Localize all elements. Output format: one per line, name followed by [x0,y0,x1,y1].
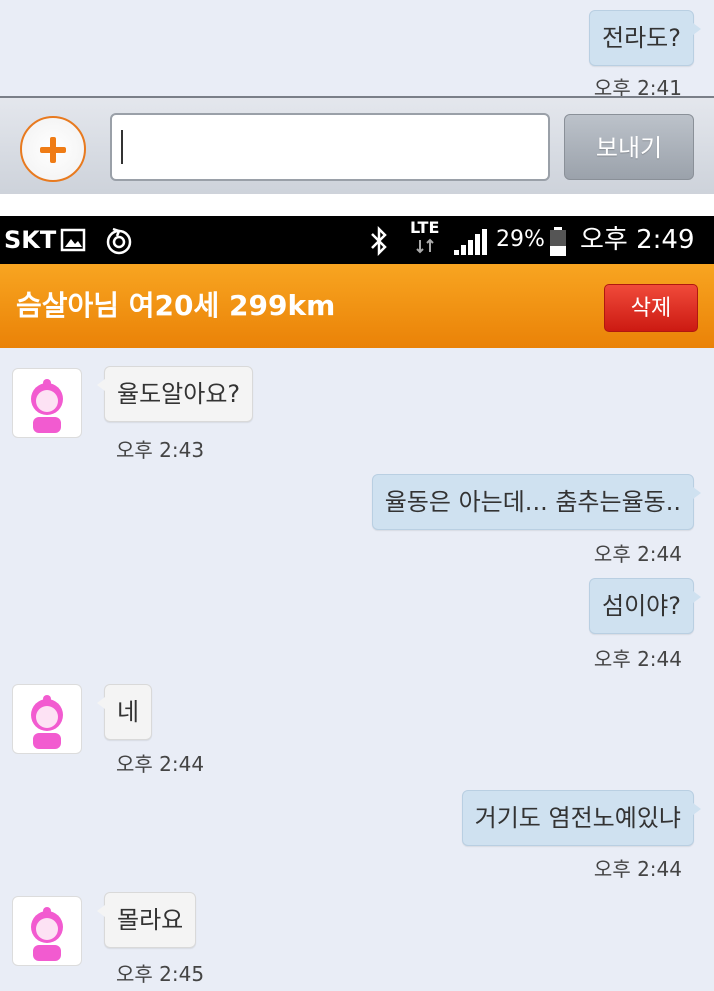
signal-icon [454,229,487,255]
battery-percent: 29% [496,227,545,252]
battery-icon [550,227,566,256]
text-cursor [121,130,123,164]
avatar[interactable] [12,368,82,438]
message-bubble-outgoing: 섬이야? [589,578,701,634]
message-bubble-outgoing: 전라도? [589,10,701,66]
message-bubble-outgoing: 거기도 염전노예있냐 [461,790,702,846]
message-bubble-incoming: 네 [96,684,153,740]
carrier-label: SKT [4,226,57,254]
message-time: 오후 2:44 [116,752,205,776]
message-text: 네 [117,698,140,726]
message-input[interactable] [110,113,550,181]
attach-plus-button[interactable] [20,116,86,182]
delete-button[interactable]: 삭제 [604,284,698,332]
message-input-bar: 보내기 [0,96,714,196]
girl-avatar-icon [31,907,63,961]
message-time: 오후 2:44 [593,542,682,566]
screenshot-divider [0,194,714,216]
status-clock: 오후 2:49 [580,225,695,255]
chat-header: 슴살아님 여20세 299km 삭제 [0,264,714,348]
chat-message-list: 율도알아요? 오후 2:43 율동은 아는데... 춤추는율동.. 오후 2:4… [0,348,714,991]
message-time: 오후 2:44 [593,647,682,671]
avatar[interactable] [12,684,82,754]
message-bubble-incoming: 율도알아요? [96,366,254,422]
message-text: 섬이야? [602,592,681,620]
avatar[interactable] [12,896,82,966]
message-bubble-outgoing: 율동은 아는데... 춤추는율동.. [371,474,702,530]
chat-title: 슴살아님 여20세 299km [16,289,336,322]
network-type: LTE [410,218,440,237]
gallery-icon [60,228,86,252]
message-text: 전라도? [602,24,681,52]
message-bubble-incoming: 몰라요 [96,892,197,948]
message-text: 거기도 염전노예있냐 [474,804,681,832]
message-text: 율동은 아는데... 춤추는율동.. [384,488,681,516]
girl-avatar-icon [31,695,63,749]
data-arrows-icon [416,238,434,254]
message-text: 몰라요 [117,906,184,934]
message-time: 오후 2:43 [116,438,205,462]
message-time: 오후 2:44 [593,857,682,881]
bluetooth-icon [371,226,387,256]
message-text: 율도알아요? [117,380,241,408]
send-button[interactable]: 보내기 [564,114,694,180]
message-time: 오후 2:45 [116,962,205,986]
sync-icon [106,227,132,255]
girl-avatar-icon [31,379,63,433]
previous-chat-area: 전라도? 오후 2:41 [0,0,714,100]
status-bar: SKT LTE 29% 오후 2:49 [0,216,714,264]
